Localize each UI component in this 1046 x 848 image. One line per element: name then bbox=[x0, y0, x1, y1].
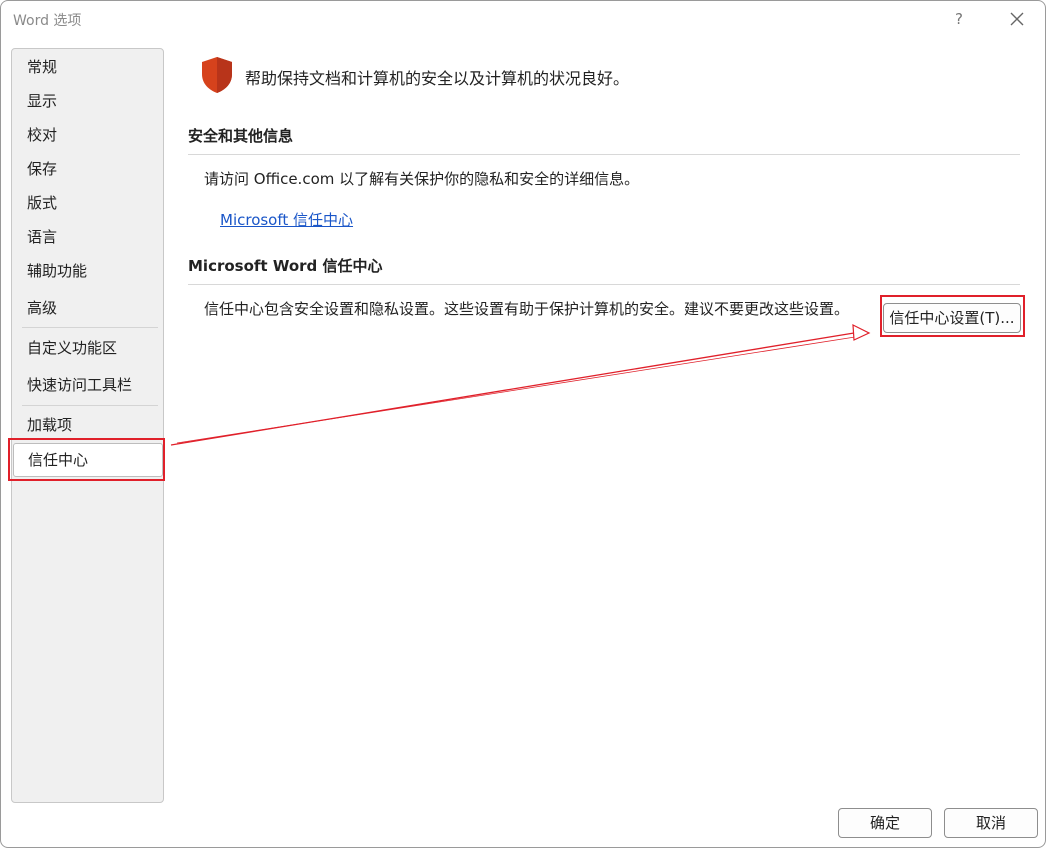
section-divider bbox=[188, 154, 1020, 155]
main-content: 帮助保持文档和计算机的安全以及计算机的状况良好。 安全和其他信息 请访问 Off… bbox=[171, 41, 1041, 801]
trust-center-settings-button[interactable]: 信任中心设置(T)... bbox=[883, 303, 1021, 333]
sidebar-item-language[interactable]: 语言 bbox=[13, 223, 163, 251]
shield-icon bbox=[202, 57, 232, 93]
sidebar-item-display[interactable]: 显示 bbox=[13, 87, 163, 115]
word-options-dialog: Word 选项 ? 常规 显示 校对 保存 版式 语言 辅助功能 高级 自定义功… bbox=[0, 0, 1046, 848]
close-button[interactable] bbox=[1005, 7, 1029, 31]
trust-center-section-title: Microsoft Word 信任中心 bbox=[188, 257, 383, 275]
page-header-text: 帮助保持文档和计算机的安全以及计算机的状况良好。 bbox=[245, 69, 630, 88]
trust-center-info-text: 信任中心包含安全设置和隐私设置。这些设置有助于保护计算机的安全。建议不要更改这些… bbox=[204, 300, 850, 318]
ok-button[interactable]: 确定 bbox=[838, 808, 932, 838]
sidebar-item-trust-center[interactable]: 信任中心 bbox=[13, 443, 163, 477]
window-title: Word 选项 bbox=[13, 13, 82, 29]
sidebar-item-layout[interactable]: 版式 bbox=[13, 189, 163, 217]
sidebar-item-quick-access-toolbar[interactable]: 快速访问工具栏 bbox=[13, 371, 163, 399]
sidebar-item-add-ins[interactable]: 加载项 bbox=[13, 411, 163, 439]
help-button[interactable]: ? bbox=[947, 7, 971, 31]
title-bar: Word 选项 ? bbox=[1, 1, 1045, 37]
sidebar-item-advanced[interactable]: 高级 bbox=[13, 294, 163, 322]
sidebar-item-general[interactable]: 常规 bbox=[13, 53, 163, 81]
sidebar-item-proofing[interactable]: 校对 bbox=[13, 121, 163, 149]
options-sidebar: 常规 显示 校对 保存 版式 语言 辅助功能 高级 自定义功能区 快速访问工具栏… bbox=[11, 48, 164, 803]
sidebar-divider bbox=[22, 327, 158, 328]
security-section-title: 安全和其他信息 bbox=[188, 127, 294, 145]
sidebar-item-accessibility[interactable]: 辅助功能 bbox=[13, 257, 163, 285]
section-divider bbox=[188, 284, 1020, 285]
sidebar-item-customize-ribbon[interactable]: 自定义功能区 bbox=[13, 334, 163, 362]
cancel-button[interactable]: 取消 bbox=[944, 808, 1038, 838]
microsoft-trust-center-link[interactable]: Microsoft 信任中心 bbox=[220, 209, 353, 230]
sidebar-divider bbox=[22, 405, 158, 406]
sidebar-item-save[interactable]: 保存 bbox=[13, 155, 163, 183]
close-icon bbox=[1010, 12, 1024, 26]
security-info-text: 请访问 Office.com 以了解有关保护你的隐私和安全的详细信息。 bbox=[204, 170, 640, 188]
